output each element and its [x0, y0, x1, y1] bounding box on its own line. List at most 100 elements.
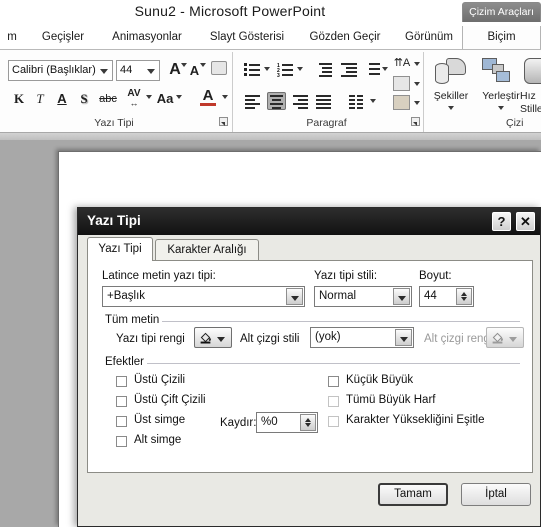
font-size-value: 44 [424, 290, 437, 302]
align-left-button[interactable] [244, 94, 261, 109]
arrange-icon[interactable] [482, 58, 512, 86]
columns-icon[interactable] [348, 94, 366, 109]
strikethrough-button[interactable]: abc [97, 94, 119, 105]
ribbon-tab-slideshow[interactable]: Slayt Gösterisi [198, 26, 296, 50]
clear-formatting-icon[interactable] [211, 61, 227, 75]
effects-group-label: Efektler [102, 356, 147, 368]
italic-button[interactable]: T [33, 92, 47, 105]
ok-button[interactable]: Tamam [378, 483, 448, 506]
ribbon-tab-format[interactable]: Biçim [462, 26, 541, 50]
bullets-arrow-icon [264, 67, 270, 71]
numbering-icon[interactable]: 123 [277, 62, 293, 79]
convert-to-smartart-icon[interactable] [393, 95, 410, 110]
underline-style-value: (yok) [315, 331, 341, 343]
align-center-button[interactable] [267, 92, 286, 110]
font-color-button[interactable] [194, 327, 232, 348]
underline-color-button[interactable] [486, 327, 524, 348]
offset-input[interactable]: %0 [256, 412, 318, 433]
align-justify-button[interactable] [315, 94, 332, 109]
tab-character-spacing[interactable]: Karakter Aralığı [155, 239, 259, 260]
checkbox-superscript[interactable] [116, 416, 127, 427]
shrink-font-arrow-icon [200, 63, 206, 67]
font-style-input[interactable]: Normal [314, 286, 412, 307]
text-direction-icon[interactable]: ⇈A [392, 58, 412, 69]
spacing-arrows-icon: ↔ [129, 98, 139, 108]
font-group-dialog-launcher[interactable] [219, 117, 228, 126]
text-direction-arrow-icon [414, 62, 420, 66]
ribbon-tab-strip: m Geçişler Animasyonlar Slayt Gösterisi … [0, 26, 541, 50]
label-subscript: Alt simge [134, 434, 182, 446]
underline-style-label: Alt çizgi stili [240, 333, 300, 345]
font-name-combo[interactable]: Calibri (Başlıklar) [8, 60, 113, 81]
close-icon[interactable]: ✕ [516, 212, 535, 231]
all-text-group-label: Tüm metin [102, 314, 163, 326]
label-superscript: Üst simge [134, 414, 186, 426]
title-bar: Sunu2 - Microsoft PowerPoint Çizim Araçl… [0, 0, 541, 26]
increase-indent-icon[interactable] [341, 62, 357, 77]
change-case-icon[interactable]: Aa [155, 92, 175, 105]
paragraph-group-label: Paragraf [306, 117, 347, 129]
label-small-caps: Küçük Büyük [346, 374, 414, 386]
tab-font[interactable]: Yazı Tipi [87, 237, 153, 261]
chevron-down-icon[interactable] [393, 288, 410, 305]
columns-arrow-icon [370, 99, 376, 103]
align-text-arrow-icon [414, 82, 420, 86]
ribbon-tab-review[interactable]: Gözden Geçir [300, 26, 390, 50]
font-style-value: Normal [319, 290, 357, 302]
shapes-icon[interactable] [434, 58, 467, 86]
font-size-label: Boyut: [419, 270, 452, 282]
drawing-group-label: Çizi [506, 117, 524, 129]
checkbox-strikethrough[interactable] [116, 376, 127, 387]
underline-style-input[interactable]: (yok) [310, 327, 414, 348]
quick-styles-label-line1: Hız [520, 90, 536, 102]
checkbox-subscript[interactable] [116, 436, 127, 447]
ribbon-bottom-shading [0, 133, 541, 140]
decrease-indent-icon[interactable] [316, 62, 332, 77]
ribbon-tab-design[interactable]: m [0, 26, 24, 50]
offset-label: Kaydır: [220, 417, 257, 429]
checkbox-small-caps[interactable] [328, 376, 339, 387]
group-divider [423, 52, 424, 132]
paint-bucket-icon [200, 332, 212, 344]
offset-value: %0 [261, 416, 278, 428]
latin-font-input[interactable]: +Başlık [102, 286, 305, 307]
change-case-arrow-icon [176, 95, 182, 99]
underline-button[interactable]: A [55, 92, 69, 105]
chevron-down-icon[interactable] [395, 329, 412, 346]
font-dialog: Yazı Tipi ? ✕ Yazı Tipi Karakter Aralığı… [77, 207, 541, 527]
help-button[interactable]: ? [492, 212, 511, 231]
font-name-value: Calibri (Başlıklar) [12, 64, 96, 76]
group-divider [232, 52, 233, 132]
character-spacing-arrow-icon [146, 95, 152, 99]
align-text-icon[interactable] [393, 76, 410, 91]
chevron-down-icon [147, 68, 155, 74]
underline-color-label: Alt çizgi rengi [424, 333, 493, 345]
font-color-icon[interactable]: A [200, 88, 216, 103]
ribbon-tab-view[interactable]: Görünüm [394, 26, 464, 50]
font-size-combo[interactable]: 44 [116, 60, 160, 81]
chevron-down-icon[interactable] [286, 288, 303, 305]
font-size-value: 44 [120, 64, 133, 76]
bullets-icon[interactable] [244, 62, 260, 76]
paragraph-group-dialog-launcher[interactable] [411, 117, 420, 126]
quick-styles-icon[interactable] [524, 58, 541, 84]
font-group-label: Yazı Tipi [94, 117, 134, 129]
text-shadow-button[interactable]: S [77, 92, 91, 105]
align-right-button[interactable] [292, 94, 309, 109]
label-all-caps: Tümü Büyük Harf [346, 394, 436, 406]
cancel-button[interactable]: İptal [461, 483, 531, 506]
spinner-icon[interactable] [456, 288, 472, 305]
line-spacing-icon[interactable] [364, 62, 380, 76]
bold-button[interactable]: K [12, 92, 26, 105]
ribbon-tab-animations[interactable]: Animasyonlar [100, 26, 194, 50]
dialog-panel: Latince metin yazı tipi: Yazı tipi stili… [87, 260, 533, 473]
group-divider-line [102, 363, 520, 364]
checkbox-all-caps[interactable] [328, 396, 339, 407]
ribbon-tab-transitions[interactable]: Geçişler [30, 26, 96, 50]
checkbox-double-strikethrough[interactable] [116, 396, 127, 407]
font-size-input[interactable]: 44 [419, 286, 474, 307]
checkbox-equalize-height[interactable] [328, 416, 339, 427]
chevron-down-icon [100, 68, 108, 74]
shapes-arrow-icon [448, 106, 454, 110]
spinner-icon[interactable] [300, 414, 316, 431]
